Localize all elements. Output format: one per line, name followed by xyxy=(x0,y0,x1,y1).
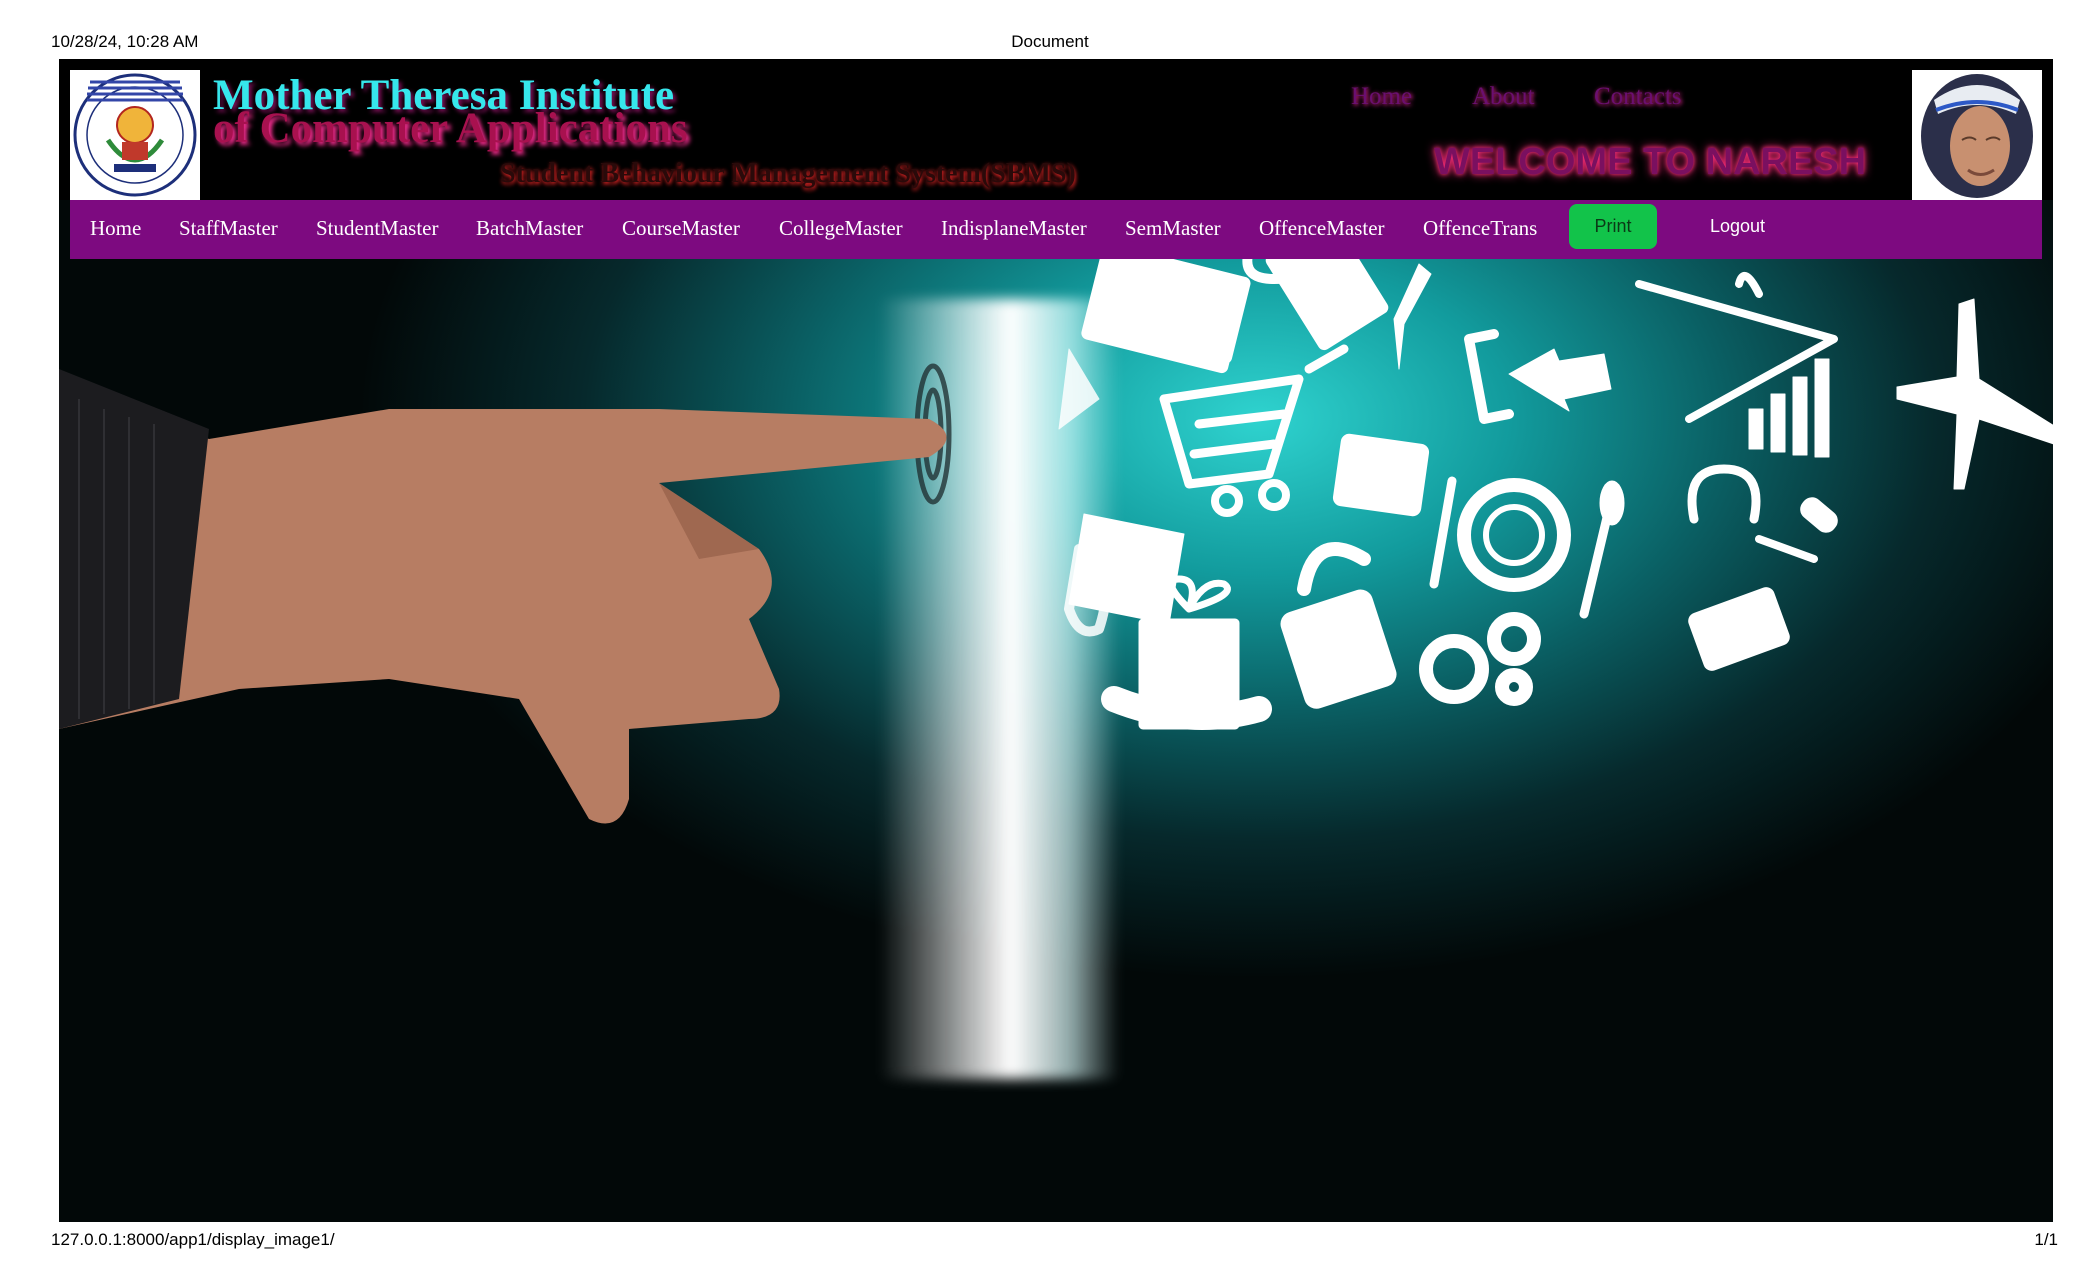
plate-icon xyxy=(1457,478,1571,592)
institute-title-line2: of Computer Applications xyxy=(213,105,688,152)
portrait-icon xyxy=(1921,74,2033,198)
print-page-url: 127.0.0.1:8000/app1/display_image1/ xyxy=(51,1230,335,1249)
gears-icon xyxy=(1419,612,1541,706)
airplane-icon xyxy=(1896,298,2053,490)
headphones-icon xyxy=(1687,464,1761,524)
menu-course-master[interactable]: CourseMaster xyxy=(622,216,740,241)
padlock-icon xyxy=(1280,542,1397,709)
pointing-hand-icon xyxy=(59,369,947,824)
hero-banner-image xyxy=(59,259,2053,1222)
spoon-icon xyxy=(1579,504,1614,619)
system-subtitle: Student Behaviour Management System(SBMS… xyxy=(500,158,1076,189)
menu-batch-master[interactable]: BatchMaster xyxy=(476,216,583,241)
print-document-title: Document xyxy=(1011,32,1089,51)
briefcase-icon xyxy=(1332,433,1430,517)
top-nav-home-link[interactable]: Home xyxy=(1351,83,1412,111)
mother-theresa-photo xyxy=(1912,70,2042,200)
menu-home[interactable]: Home xyxy=(90,216,141,241)
bar-chart-icon xyxy=(1748,358,1830,458)
camera-icon xyxy=(1688,587,1790,671)
menu-staff-master[interactable]: StaffMaster xyxy=(179,216,278,241)
print-button[interactable]: Print xyxy=(1569,204,1657,249)
microphone-icon xyxy=(1755,497,1838,563)
logout-link[interactable]: Logout xyxy=(1710,216,1765,237)
main-menu-bar: Home StaffMaster StudentMaster BatchMast… xyxy=(70,200,2042,259)
technology-icons-art xyxy=(59,259,2053,824)
menu-student-master[interactable]: StudentMaster xyxy=(316,216,438,241)
welcome-message: WELCOME TO NARESH xyxy=(1434,141,1867,183)
top-nav-about-link[interactable]: About xyxy=(1472,83,1535,111)
shopping-cart-icon xyxy=(1159,344,1349,489)
menu-offence-master[interactable]: OffenceMaster xyxy=(1259,216,1385,241)
menu-college-master[interactable]: CollegeMaster xyxy=(779,216,903,241)
site-header: Mother Theresa Institute of Computer App… xyxy=(59,59,2053,200)
app-page: Mother Theresa Institute of Computer App… xyxy=(59,59,2053,1222)
institute-seal-icon xyxy=(73,73,197,197)
top-nav-contacts-link[interactable]: Contacts xyxy=(1594,83,1682,111)
print-page-number: 1/1 xyxy=(2034,1230,2058,1249)
institute-logo xyxy=(70,70,200,200)
arrow-exit-icon xyxy=(1464,329,1514,424)
menu-indisplane-master[interactable]: IndisplaneMaster xyxy=(941,216,1087,241)
menu-offence-trans[interactable]: OffenceTrans xyxy=(1423,216,1537,241)
menu-sem-master[interactable]: SemMaster xyxy=(1125,216,1221,241)
fork-icon xyxy=(1429,476,1457,589)
envelope-icon xyxy=(1068,513,1185,625)
